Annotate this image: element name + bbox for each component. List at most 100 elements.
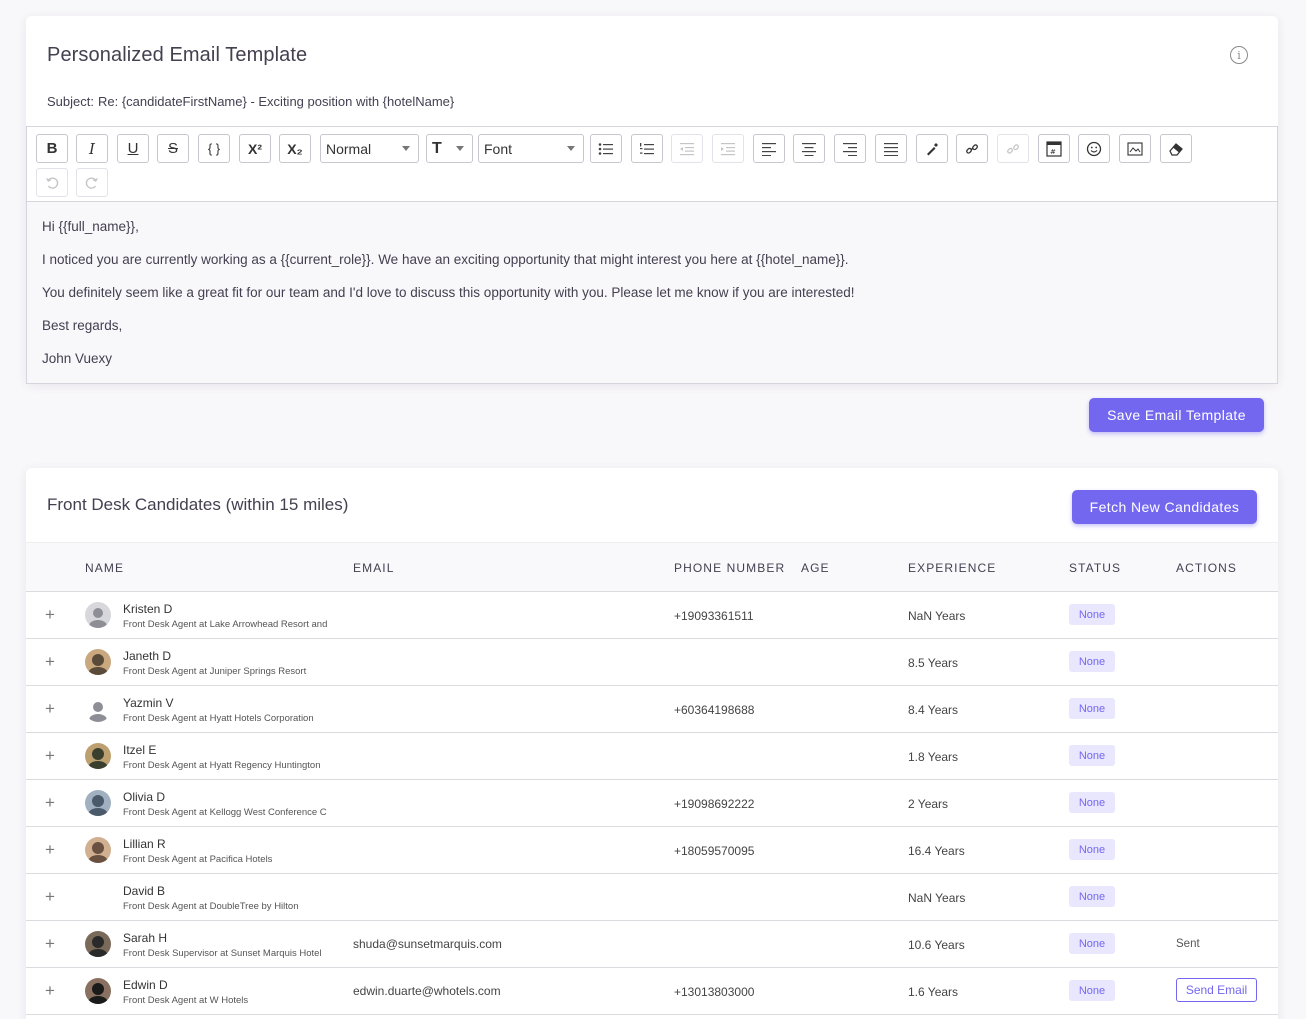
font-select[interactable]: Font bbox=[478, 134, 584, 163]
align-left-button[interactable] bbox=[753, 134, 785, 163]
status-badge: None bbox=[1069, 933, 1115, 954]
avatar bbox=[85, 978, 111, 1004]
emoji-button[interactable] bbox=[1078, 134, 1110, 163]
email-template-card: Personalized Email Template i Subject: Re… bbox=[26, 16, 1278, 384]
column-header-name[interactable]: NAME bbox=[85, 561, 124, 575]
bullet-list-button[interactable] bbox=[590, 134, 622, 163]
table-row: + Sarah H Front Desk Supervisor at Sunset … bbox=[26, 921, 1278, 968]
editor-toolbar: B I U S { } X² X₂ Normal T Font # bbox=[26, 126, 1278, 202]
column-header-age[interactable]: AGE bbox=[801, 561, 830, 575]
email-body-line: You definitely seem like a great fit for… bbox=[42, 285, 855, 300]
align-justify-icon bbox=[884, 142, 898, 156]
avatar bbox=[85, 602, 111, 628]
redo-icon bbox=[85, 176, 98, 189]
size-select[interactable]: T bbox=[426, 134, 473, 163]
expand-row-icon[interactable]: + bbox=[45, 746, 55, 766]
expand-row-icon[interactable]: + bbox=[45, 887, 55, 907]
candidate-phone: +60364198688 bbox=[674, 703, 755, 717]
eraser-icon bbox=[1169, 142, 1183, 156]
fetch-new-candidates-button[interactable]: Fetch New Candidates bbox=[1072, 490, 1257, 524]
column-header-status[interactable]: STATUS bbox=[1069, 561, 1121, 575]
avatar bbox=[85, 649, 111, 675]
email-body-line: Best regards, bbox=[42, 318, 123, 333]
avatar bbox=[85, 696, 111, 722]
expand-row-icon[interactable]: + bbox=[45, 981, 55, 1001]
link-button[interactable] bbox=[956, 134, 988, 163]
align-justify-button[interactable] bbox=[875, 134, 907, 163]
italic-button[interactable]: I bbox=[76, 134, 108, 163]
status-badge: None bbox=[1069, 698, 1115, 719]
candidate-name: Yazmin V bbox=[123, 696, 174, 710]
email-body-editor[interactable]: Hi {{full_name}}, I noticed you are curr… bbox=[26, 202, 1278, 384]
avatar bbox=[85, 790, 111, 816]
expand-row-icon[interactable]: + bbox=[45, 699, 55, 719]
indent-decrease-button[interactable] bbox=[671, 134, 703, 163]
align-center-button[interactable] bbox=[793, 134, 825, 163]
avatar bbox=[85, 743, 111, 769]
info-icon[interactable]: i bbox=[1230, 46, 1248, 64]
candidates-title: Front Desk Candidates (within 15 miles) bbox=[47, 495, 349, 514]
candidate-role: Front Desk Agent at Pacifica Hotels bbox=[123, 854, 273, 865]
align-right-icon bbox=[843, 142, 857, 156]
expand-row-icon[interactable]: + bbox=[45, 840, 55, 860]
avatar bbox=[85, 931, 111, 957]
candidate-phone: +13013803000 bbox=[674, 985, 755, 999]
candidate-role: Front Desk Agent at Hyatt Regency Huntin… bbox=[123, 760, 321, 771]
redo-button[interactable] bbox=[76, 168, 108, 197]
indent-icon bbox=[721, 142, 735, 155]
column-header-phone[interactable]: PHONE NUMBER bbox=[674, 561, 785, 575]
candidate-name: Olivia D bbox=[123, 790, 166, 804]
unlink-icon bbox=[1007, 143, 1019, 154]
chevron-down-icon bbox=[402, 146, 410, 151]
align-right-button[interactable] bbox=[834, 134, 866, 163]
candidate-experience: NaN Years bbox=[908, 609, 966, 623]
candidate-experience: 10.6 Years bbox=[908, 938, 965, 952]
status-badge: None bbox=[1069, 745, 1115, 766]
bold-button[interactable]: B bbox=[36, 134, 68, 163]
expand-row-icon[interactable]: + bbox=[45, 934, 55, 954]
code-button[interactable]: { } bbox=[198, 134, 230, 163]
candidate-email: edwin.duarte@whotels.com bbox=[353, 984, 501, 998]
strikethrough-button[interactable]: S bbox=[157, 134, 189, 163]
column-header-actions[interactable]: ACTIONS bbox=[1176, 561, 1237, 575]
ordered-list-button[interactable] bbox=[631, 134, 663, 163]
expand-row-icon[interactable]: + bbox=[45, 652, 55, 672]
clear-format-button[interactable] bbox=[1160, 134, 1192, 163]
candidate-name: Janeth D bbox=[123, 649, 172, 663]
candidate-experience: 8.4 Years bbox=[908, 703, 959, 717]
color-picker-button[interactable] bbox=[916, 134, 948, 163]
candidate-experience: 8.5 Years bbox=[908, 656, 959, 670]
action-status: Sent bbox=[1176, 938, 1200, 950]
column-header-experience[interactable]: EXPERIENCE bbox=[908, 561, 996, 575]
subject-line[interactable]: Subject: Re: {candidateFirstName} - Excit… bbox=[47, 94, 454, 109]
unlink-button[interactable] bbox=[997, 134, 1029, 163]
table-row: + Edwin D Front Desk Agent at W Hotels edwi… bbox=[26, 968, 1278, 1015]
status-badge: None bbox=[1069, 651, 1115, 672]
status-badge: None bbox=[1069, 980, 1115, 1001]
send-email-button[interactable]: Send Email bbox=[1176, 978, 1257, 1002]
image-button[interactable] bbox=[1119, 134, 1151, 163]
candidate-role: Front Desk Agent at Juniper Springs Reso… bbox=[123, 666, 307, 677]
heading-select[interactable]: Normal bbox=[320, 134, 419, 163]
candidate-experience: 1.8 Years bbox=[908, 750, 959, 764]
underline-button[interactable]: U bbox=[117, 134, 149, 163]
text-size-icon: T bbox=[432, 139, 442, 157]
expand-row-icon[interactable]: + bbox=[45, 793, 55, 813]
indent-increase-button[interactable] bbox=[712, 134, 744, 163]
embed-icon: # bbox=[1046, 140, 1062, 157]
undo-button[interactable] bbox=[36, 168, 68, 197]
chevron-down-icon bbox=[456, 146, 464, 151]
superscript-button[interactable]: X² bbox=[239, 134, 271, 163]
chevron-down-icon bbox=[567, 146, 575, 151]
expand-row-icon[interactable]: + bbox=[45, 605, 55, 625]
column-header-email[interactable]: EMAIL bbox=[353, 561, 395, 575]
email-body-line: John Vuexy bbox=[42, 351, 113, 366]
table-row: + Yazmin V Front Desk Agent at Hyatt Hotel… bbox=[26, 686, 1278, 733]
avatar bbox=[85, 837, 111, 863]
heading-select-value: Normal bbox=[326, 140, 372, 157]
embed-button[interactable]: # bbox=[1038, 134, 1070, 163]
image-icon bbox=[1127, 141, 1143, 156]
candidate-name: David B bbox=[123, 884, 166, 898]
save-email-template-button[interactable]: Save Email Template bbox=[1089, 398, 1264, 432]
subscript-button[interactable]: X₂ bbox=[279, 134, 311, 163]
